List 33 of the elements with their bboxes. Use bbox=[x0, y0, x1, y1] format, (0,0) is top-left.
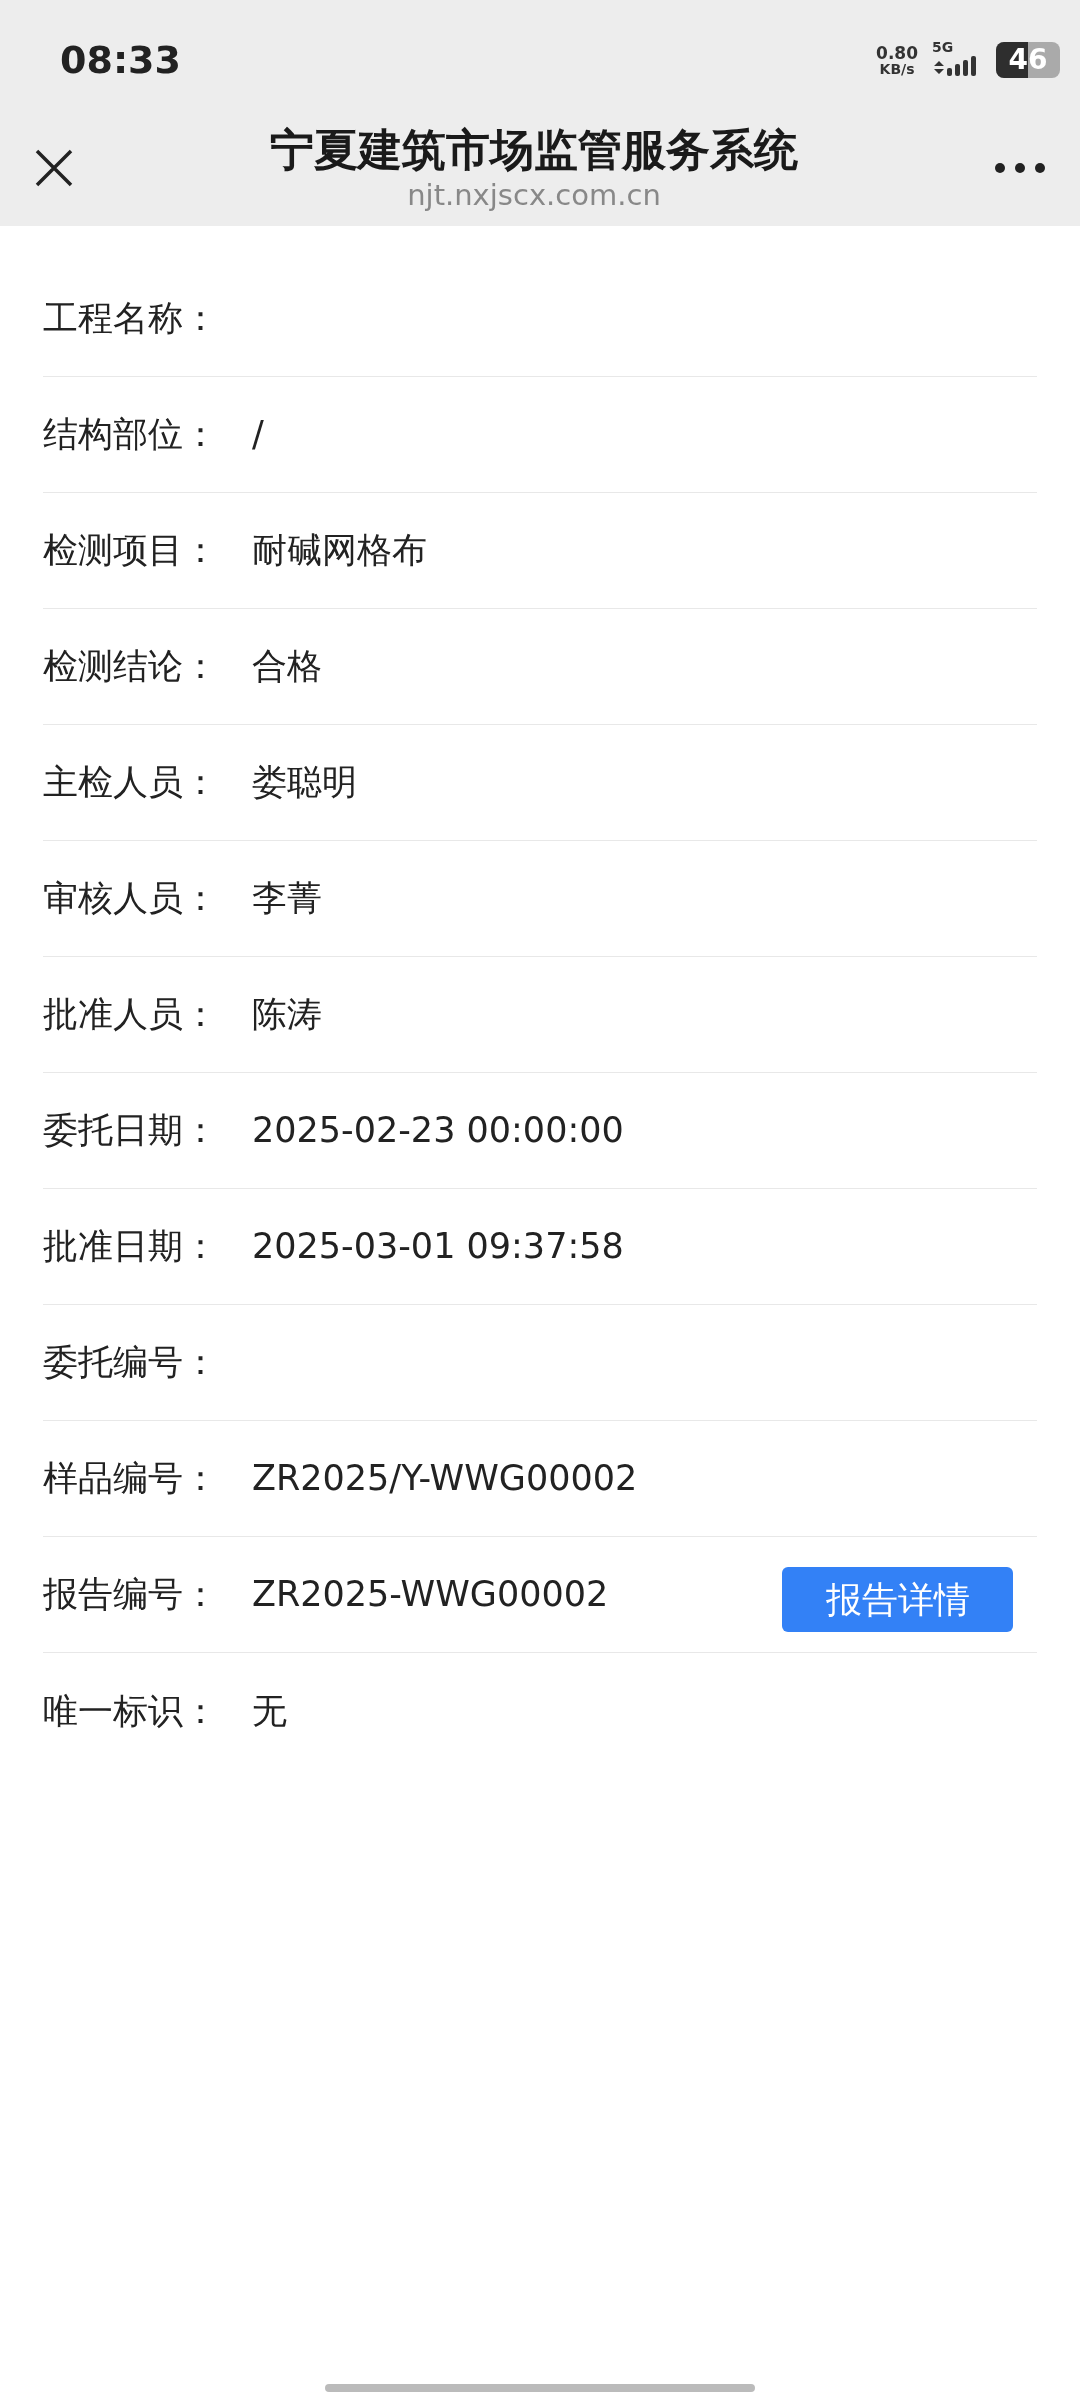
field-label: 检测结论： bbox=[43, 645, 219, 689]
field-label: 检测项目： bbox=[43, 529, 219, 573]
close-icon[interactable] bbox=[34, 148, 74, 188]
network-type: 5G bbox=[932, 40, 955, 54]
field-label: 唯一标识： bbox=[43, 1689, 219, 1733]
field-value: / bbox=[252, 413, 265, 457]
field-label: 审核人员： bbox=[43, 877, 219, 921]
field-label: 委托编号： bbox=[43, 1341, 219, 1385]
field-label: 报告编号： bbox=[43, 1573, 219, 1617]
status-time: 08:33 bbox=[60, 36, 181, 84]
report-details-button[interactable]: 报告详情 bbox=[782, 1567, 1013, 1632]
field-label: 委托日期： bbox=[43, 1109, 219, 1153]
field-value: 耐碱网格布 bbox=[252, 529, 428, 573]
more-icon[interactable] bbox=[994, 162, 1046, 174]
network-speed-unit: KB/s bbox=[879, 61, 915, 76]
field-label: 结构部位： bbox=[43, 413, 219, 457]
field-label: 工程名称： bbox=[43, 297, 219, 341]
page-title: 宁夏建筑市场监管服务系统 bbox=[270, 123, 798, 178]
field-value: 2025-02-23 00:00:00 bbox=[252, 1109, 625, 1153]
field-value: ZR2025-WWG00002 bbox=[252, 1573, 610, 1617]
field-value: 陈涛 bbox=[252, 993, 323, 1037]
field-value: 合格 bbox=[252, 645, 323, 689]
field-value: 无 bbox=[252, 1689, 288, 1733]
page-url: njt.nxjscx.com.cn bbox=[407, 177, 661, 214]
field-label: 批准日期： bbox=[43, 1225, 219, 1269]
field-value: 李菁 bbox=[252, 877, 323, 921]
field-label: 主检人员： bbox=[43, 761, 219, 805]
field-label: 样品编号： bbox=[43, 1457, 219, 1501]
field-value: 娄聪明 bbox=[252, 761, 358, 805]
field-value: 2025-03-01 09:37:58 bbox=[252, 1225, 625, 1269]
field-label: 批准人员： bbox=[43, 993, 219, 1037]
network-speed: 0.80 bbox=[876, 44, 918, 62]
field-value: ZR2025/Y-WWG00002 bbox=[252, 1457, 639, 1501]
